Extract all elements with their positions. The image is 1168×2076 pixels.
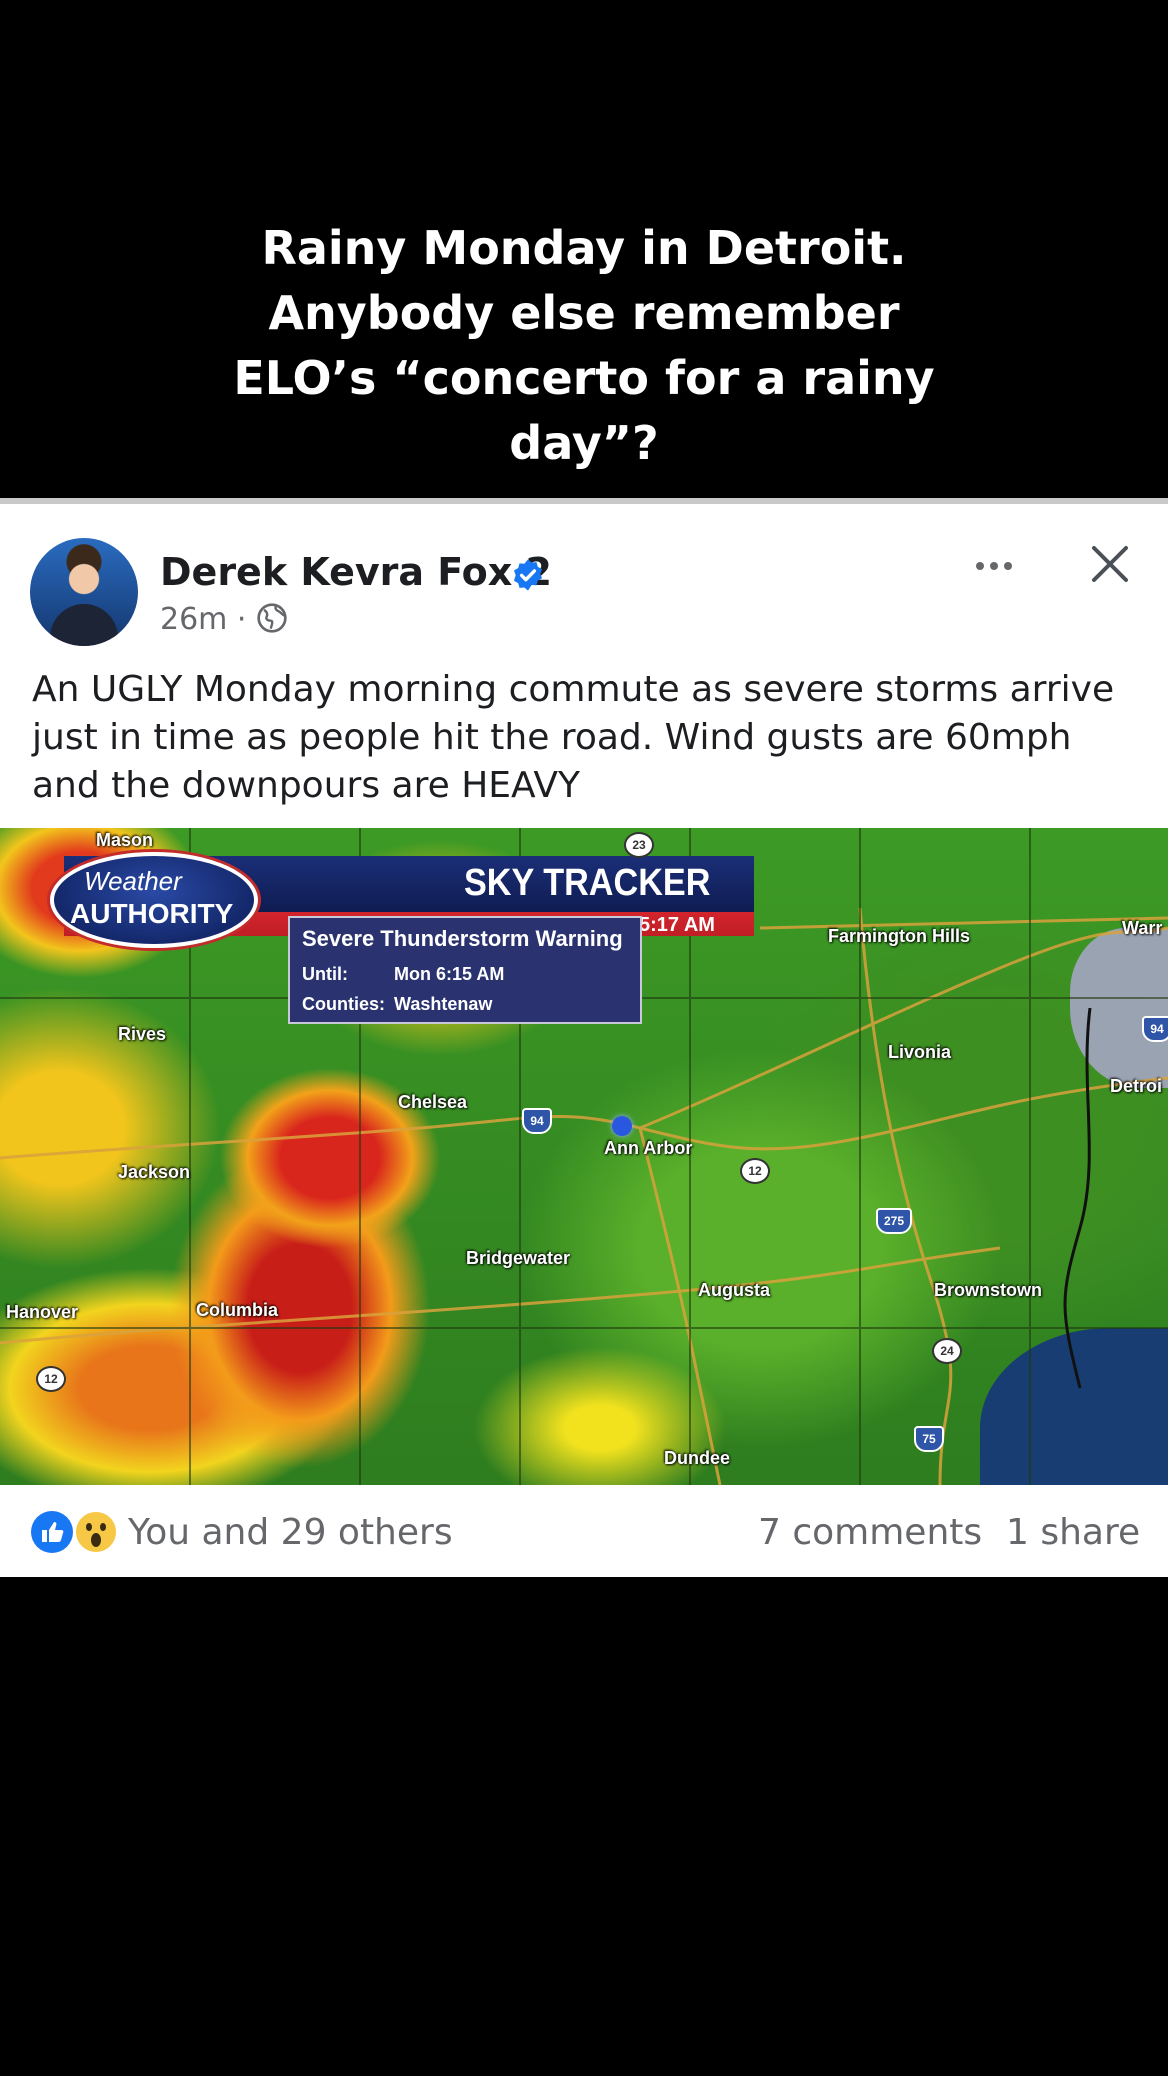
close-icon[interactable] [1086, 540, 1134, 588]
map-label-farmington-hills: Farmington Hills [828, 926, 971, 946]
reactions-count[interactable]: You and 29 others [128, 1512, 453, 1553]
route-shield-12: 12 [740, 1158, 770, 1184]
map-label-bridgewater: Bridgewater [466, 1248, 571, 1268]
warning-counties-value: Washtenaw [394, 994, 493, 1014]
weather-authority-logo: Weather AUTHORITY [50, 852, 258, 948]
route-shield-12-west: 12 [36, 1366, 66, 1392]
map-label-jackson: Jackson [118, 1162, 191, 1182]
post-text-line: and the downpours are HEAVY [32, 765, 580, 806]
caption-line: ELO’s “concerto for a rainy [233, 351, 935, 405]
logo-line: AUTHORITY [70, 898, 234, 929]
post-timestamp[interactable]: 26m · [160, 602, 246, 637]
map-label-columbia: Columbia [196, 1300, 279, 1320]
post-text-line: An UGLY Monday morning commute as severe… [32, 669, 1115, 710]
warning-until-label: Until: [302, 964, 348, 984]
avatar[interactable] [30, 538, 138, 646]
warning-until-value: Mon 6:15 AM [394, 964, 505, 984]
shares-count[interactable]: 1 share [1006, 1512, 1140, 1553]
post-body-text: An UGLY Monday morning commute as severe… [32, 666, 1142, 810]
banner-title: SKY TRACKER [464, 862, 711, 904]
radar-map-image[interactable]: SKY TRACKER 5:17 AM Weather AUTHORITY Se… [0, 828, 1168, 1485]
author-name[interactable]: Derek Kevra Fox 2 [160, 550, 552, 594]
banner-time: 5:17 AM [639, 914, 715, 936]
map-label-warren: Warr [1122, 918, 1163, 938]
map-label-livonia: Livonia [888, 1042, 952, 1062]
map-label-augusta: Augusta [698, 1280, 770, 1300]
map-label-dundee: Dundee [664, 1448, 731, 1468]
video-caption: Rainy Monday in Detroit. Anybody else re… [0, 216, 1168, 476]
map-label-hanover: Hanover [6, 1302, 79, 1322]
map-label-chelsea: Chelsea [398, 1092, 468, 1112]
route-shield-275: 275 [876, 1208, 912, 1234]
engagement-bar: You and 29 others 7 comments 1 share [0, 1494, 1168, 1578]
warning-counties-label: Counties: [302, 994, 385, 1014]
globe-icon [257, 603, 287, 633]
caption-line: Anybody else remember [268, 286, 900, 340]
verified-badge-icon [513, 559, 543, 591]
comments-count[interactable]: 7 comments [758, 1512, 982, 1553]
post-text-line: just in time as people hit the road. Win… [32, 717, 1072, 758]
map-label-ann-arbor: Ann Arbor [604, 1138, 693, 1158]
warning-panel: Severe Thunderstorm Warning Until: Mon 6… [288, 916, 642, 1024]
route-shield-23: 23 [624, 832, 654, 858]
more-icon[interactable] [970, 544, 1018, 588]
map-label-detroit: Detroi [1110, 1076, 1163, 1096]
logo-line: Weather [84, 866, 182, 896]
route-shield-24: 24 [932, 1338, 962, 1364]
warning-title: Severe Thunderstorm Warning [302, 926, 623, 951]
map-label-brownstown: Brownstown [934, 1280, 1042, 1300]
route-shield-94-east: 94 [1142, 1016, 1168, 1042]
map-label-mason: Mason [96, 830, 154, 850]
route-shield-75: 75 [914, 1426, 944, 1452]
wow-icon[interactable] [74, 1510, 118, 1554]
like-icon[interactable] [30, 1510, 74, 1554]
ann-arbor-location-dot [612, 1116, 632, 1136]
map-label-rives: Rives [118, 1024, 167, 1044]
caption-line: day”? [509, 416, 659, 470]
facebook-post-card: Derek Kevra Fox 2 26m · An UGLY Monday m… [0, 498, 1168, 1577]
caption-line: Rainy Monday in Detroit. [261, 221, 907, 275]
route-shield-94: 94 [522, 1108, 552, 1134]
